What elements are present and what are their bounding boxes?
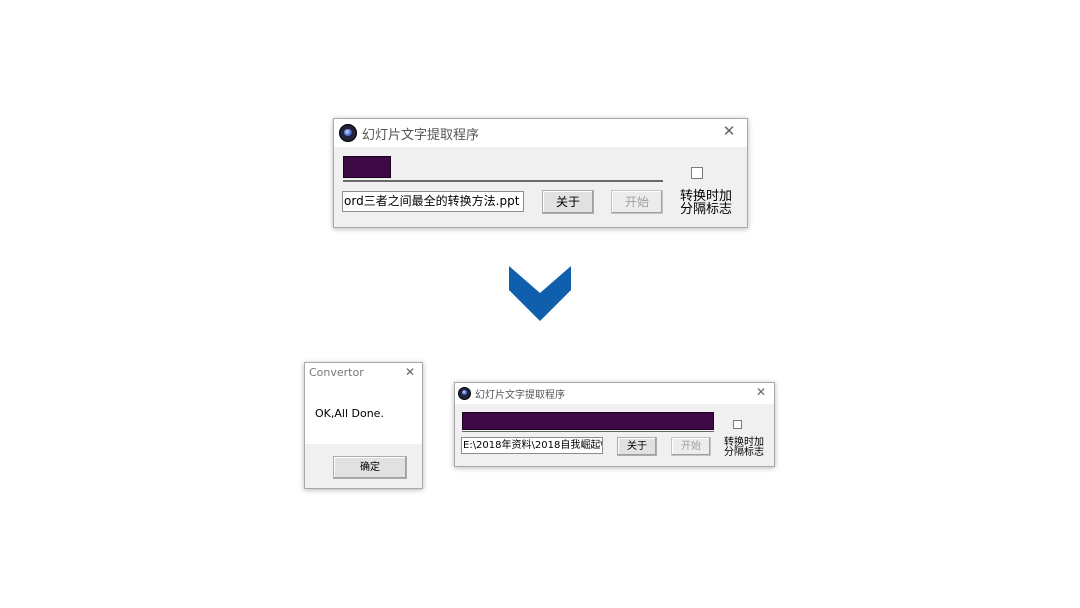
start-button[interactable]: 开始 — [671, 437, 711, 456]
ok-button[interactable]: 确定 — [333, 456, 407, 479]
progress-bar — [462, 412, 714, 432]
app-icon — [339, 124, 357, 142]
message-text: OK,All Done. — [315, 407, 384, 420]
window-title: 幻灯片文字提取程序 — [362, 128, 480, 143]
top-converter-window: 幻灯片文字提取程序 ✕ ord三者之间最全的转换方法.ppt 关于 开始 转换时… — [333, 118, 748, 228]
file-path-field[interactable]: ord三者之间最全的转换方法.ppt — [342, 191, 524, 212]
title-bar[interactable]: 幻灯片文字提取程序 ✕ — [455, 383, 774, 404]
file-path-field[interactable]: E:\2018年资料\2018自我崛起\i — [461, 437, 603, 454]
progress-bar — [343, 156, 663, 182]
window-title: Convertor — [309, 366, 364, 379]
progress-fill — [462, 412, 714, 430]
label-line-2: 分隔标志 — [724, 447, 764, 458]
app-icon — [458, 387, 471, 400]
separator-checkbox-label: 转换时加 分隔标志 — [678, 190, 734, 216]
title-bar[interactable]: 幻灯片文字提取程序 ✕ — [334, 119, 747, 147]
message-box-window: Convertor ✕ OK,All Done. 确定 — [304, 362, 423, 489]
about-button[interactable]: 关于 — [617, 437, 657, 456]
close-icon[interactable]: ✕ — [402, 365, 418, 379]
progress-fill — [343, 156, 391, 178]
window-title: 幻灯片文字提取程序 — [475, 390, 565, 401]
separator-checkbox[interactable] — [691, 167, 703, 179]
chevron-down-icon — [509, 266, 571, 321]
close-icon[interactable]: ✕ — [719, 122, 739, 140]
start-button[interactable]: 开始 — [611, 190, 663, 214]
label-line-2: 分隔标志 — [679, 202, 732, 217]
separator-checkbox[interactable] — [733, 420, 742, 429]
separator-checkbox-label: 转换时加 分隔标志 — [721, 438, 767, 458]
title-bar[interactable]: Convertor ✕ — [305, 363, 422, 385]
bottom-converter-window: 幻灯片文字提取程序 ✕ E:\2018年资料\2018自我崛起\i 关于 开始 … — [454, 382, 775, 467]
close-icon[interactable]: ✕ — [753, 385, 769, 399]
about-button[interactable]: 关于 — [542, 190, 594, 214]
